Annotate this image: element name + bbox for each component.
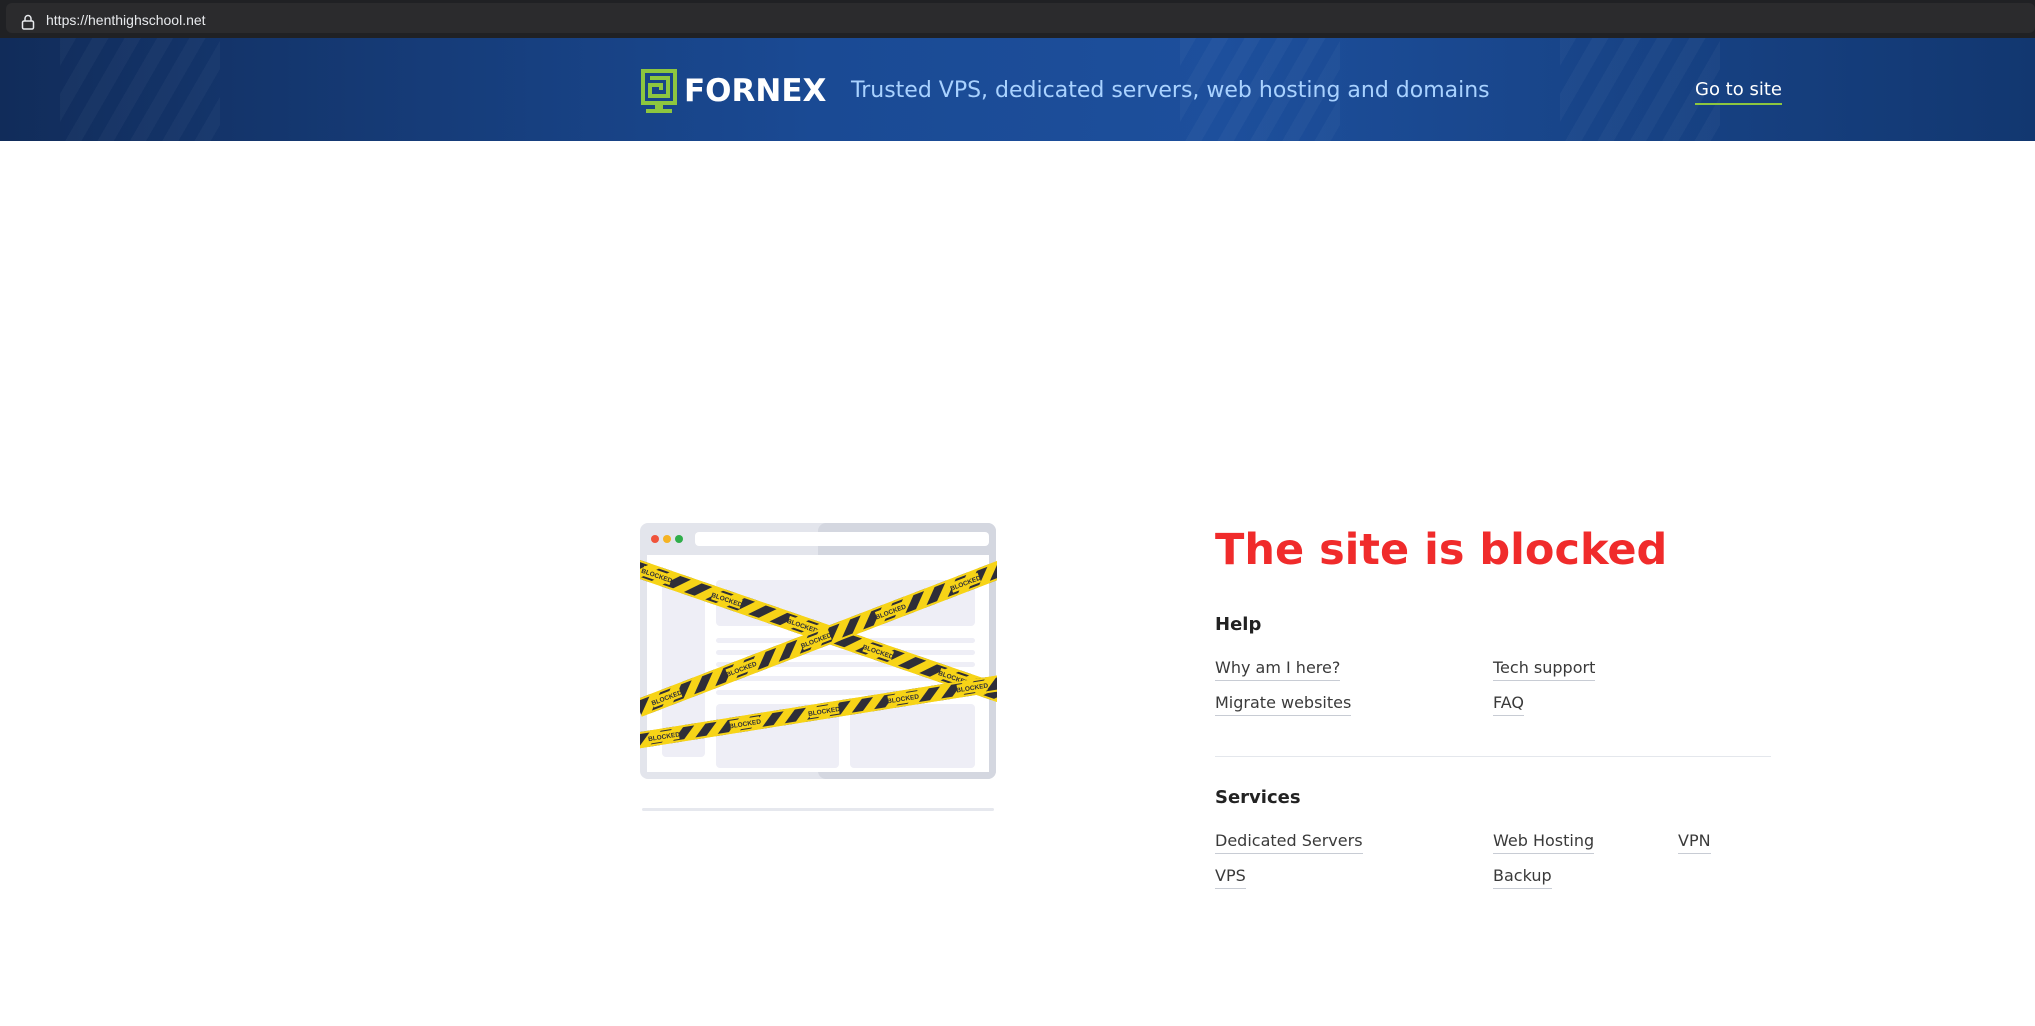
services-heading: Services xyxy=(1215,787,1301,808)
vpn-link[interactable]: VPN xyxy=(1678,831,1711,854)
vps-link[interactable]: VPS xyxy=(1215,866,1246,889)
fornex-logo[interactable]: FORNEX xyxy=(640,68,826,114)
section-divider xyxy=(1215,756,1771,757)
migrate-websites-link[interactable]: Migrate websites xyxy=(1215,693,1352,716)
browser-address-bar: https://henthighschool.net xyxy=(0,0,2035,38)
tech-support-link[interactable]: Tech support xyxy=(1493,658,1596,681)
help-heading: Help xyxy=(1215,614,1262,635)
logo-text: FORNEX xyxy=(684,73,827,109)
blocked-site-illustration: BLOCKEDBLOCKEDBLOCKEDBLOCKEDBLOCKED BLOC… xyxy=(640,523,997,811)
web-hosting-link[interactable]: Web Hosting xyxy=(1493,831,1595,854)
header-tagline: Trusted VPS, dedicated servers, web host… xyxy=(851,78,1490,103)
dedicated-servers-link[interactable]: Dedicated Servers xyxy=(1215,831,1363,854)
page-title: The site is blocked xyxy=(1215,525,1668,575)
lock-icon[interactable] xyxy=(21,14,35,30)
header-decoration xyxy=(60,38,220,141)
go-to-site-link[interactable]: Go to site xyxy=(1695,79,1782,105)
url-field[interactable]: https://henthighschool.net xyxy=(6,3,2035,33)
fornex-logo-icon xyxy=(641,69,677,113)
header-banner: FORNEX Trusted VPS, dedicated servers, w… xyxy=(0,38,2035,141)
url-text[interactable]: https://henthighschool.net xyxy=(46,12,206,28)
backup-link[interactable]: Backup xyxy=(1493,866,1552,889)
why-am-i-here-link[interactable]: Why am I here? xyxy=(1215,658,1341,681)
faq-link[interactable]: FAQ xyxy=(1493,693,1524,716)
